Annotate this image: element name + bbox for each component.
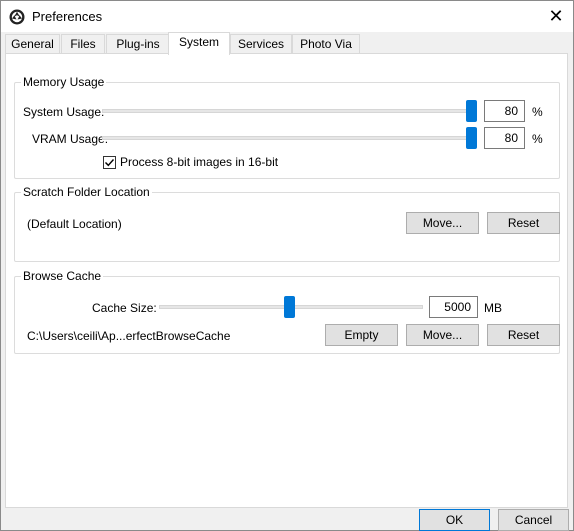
scratch-reset-button[interactable]: Reset	[487, 212, 560, 234]
cache-reset-button[interactable]: Reset	[487, 324, 560, 346]
process-8bit-label: Process 8-bit images in 16-bit	[120, 155, 279, 169]
title-bar: Preferences ✕	[1, 1, 573, 32]
tab-services[interactable]: Services	[230, 34, 292, 54]
browse-cache-group: Browse Cache Cache Size: 5000 MB C:\User…	[14, 269, 560, 354]
tab-general[interactable]: General	[5, 34, 60, 54]
scratch-move-button[interactable]: Move...	[406, 212, 479, 234]
window-title: Preferences	[32, 9, 103, 24]
scratch-folder-group: Scratch Folder Location (Default Locatio…	[14, 185, 560, 262]
cancel-button[interactable]: Cancel	[498, 509, 569, 531]
cache-size-input[interactable]: 5000	[429, 296, 478, 318]
memory-usage-title: Memory Usage	[21, 75, 107, 89]
vram-usage-slider-thumb[interactable]	[466, 127, 477, 149]
close-button[interactable]: ✕	[544, 5, 568, 27]
tab-system[interactable]: System	[168, 32, 230, 55]
process-8bit-checkbox[interactable]	[103, 156, 116, 169]
aperture-icon	[9, 9, 25, 25]
vram-usage-input[interactable]: 80	[484, 127, 525, 149]
tab-strip: General Files Plug-ins System Services P…	[5, 32, 565, 55]
vram-usage-unit: %	[532, 132, 543, 146]
system-tab-panel: Memory Usage System Usage: 80 % VRAM Usa…	[5, 53, 568, 508]
preferences-window: Preferences ✕ General Files Plug-ins Sys…	[0, 0, 574, 531]
browse-cache-title: Browse Cache	[21, 269, 104, 283]
system-usage-unit: %	[532, 105, 543, 119]
cache-size-slider-thumb[interactable]	[284, 296, 295, 318]
memory-usage-group: Memory Usage System Usage: 80 % VRAM Usa…	[14, 75, 560, 179]
cache-move-button[interactable]: Move...	[406, 324, 479, 346]
vram-usage-label: VRAM Usage:	[32, 132, 109, 146]
vram-usage-slider[interactable]	[102, 136, 477, 140]
checkmark-icon	[105, 159, 115, 167]
browse-cache-path: C:\Users\ceili\Ap...erfectBrowseCache	[27, 329, 231, 343]
system-usage-slider[interactable]	[102, 109, 477, 113]
system-usage-input[interactable]: 80	[484, 100, 525, 122]
tab-plug-ins[interactable]: Plug-ins	[106, 34, 170, 54]
system-usage-slider-thumb[interactable]	[466, 100, 477, 122]
cache-size-unit: MB	[484, 301, 502, 315]
tab-photo-via[interactable]: Photo Via	[292, 34, 360, 54]
ok-button[interactable]: OK	[419, 509, 490, 531]
cache-empty-button[interactable]: Empty	[325, 324, 398, 346]
system-usage-label: System Usage:	[23, 105, 105, 119]
scratch-folder-path: (Default Location)	[27, 217, 122, 231]
tab-files[interactable]: Files	[61, 34, 105, 54]
cache-size-label: Cache Size:	[92, 301, 157, 315]
scratch-folder-title: Scratch Folder Location	[21, 185, 152, 199]
